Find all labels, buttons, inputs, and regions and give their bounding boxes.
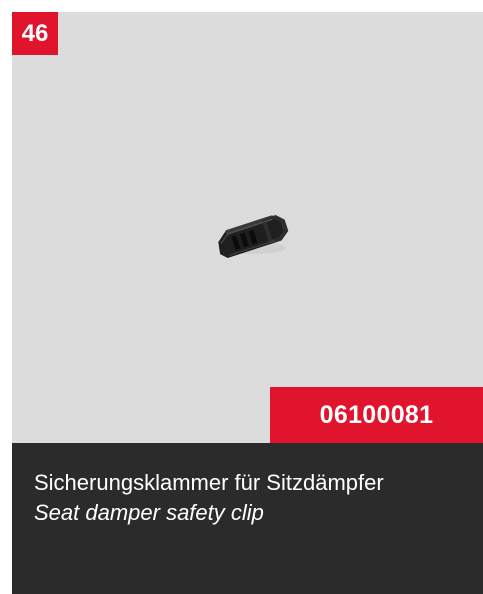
- product-card[interactable]: 46 06100081 Sicherungsklammer für Sitzdä…: [12, 12, 483, 594]
- item-number-badge: 46: [12, 12, 58, 55]
- part-number-label: 06100081: [270, 387, 483, 443]
- product-title-english: Seat damper safety clip: [34, 500, 264, 525]
- product-image-panel: 46 06100081: [12, 12, 483, 443]
- description-panel: Sicherungsklammer für Sitzdämpfer Seat d…: [12, 443, 483, 594]
- product-title-german: Sicherungsklammer für Sitzdämpfer: [34, 470, 384, 495]
- safety-clip-image: [218, 215, 289, 258]
